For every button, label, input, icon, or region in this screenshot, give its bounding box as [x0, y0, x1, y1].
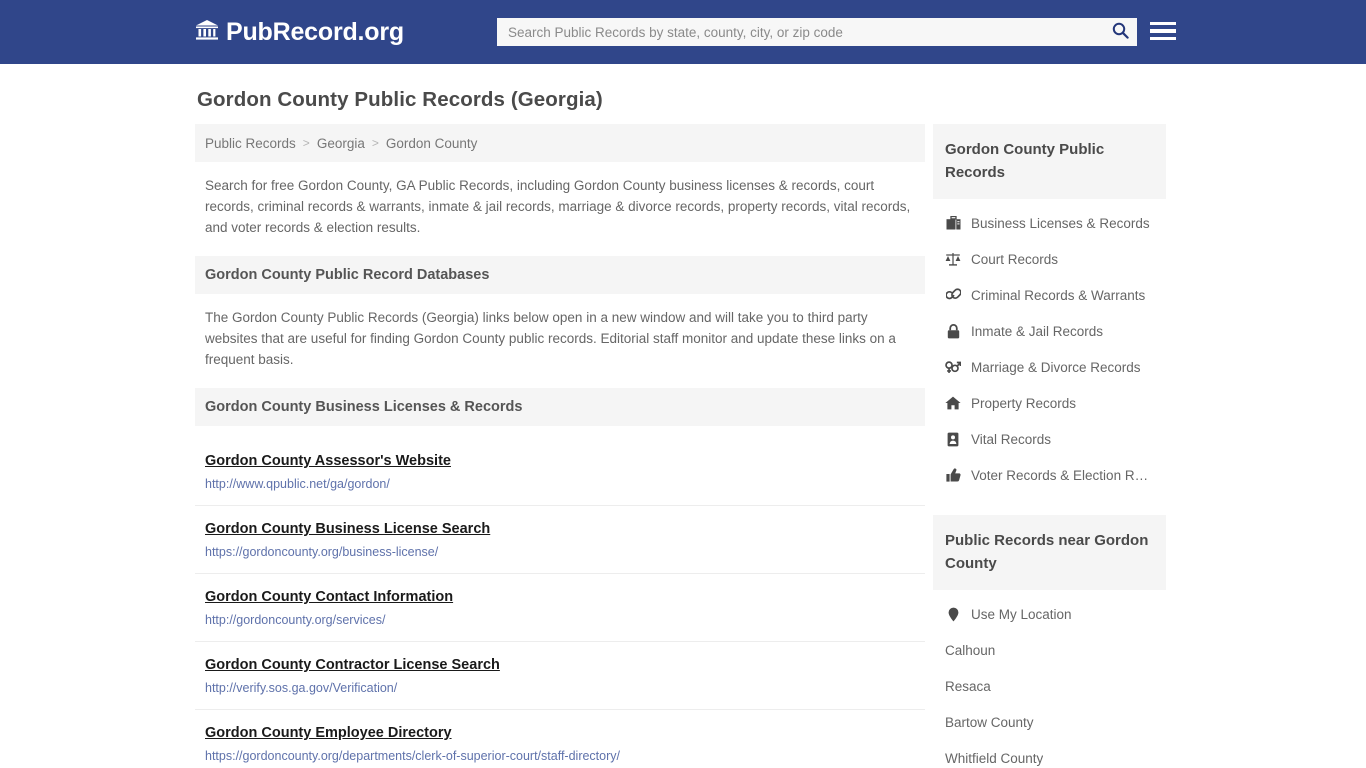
sidebar-item-label: Court Records	[971, 251, 1059, 267]
search-button[interactable]	[1103, 18, 1137, 46]
home-icon	[945, 396, 961, 410]
record-link-url[interactable]: http://verify.sos.ga.gov/Verification/	[205, 681, 915, 696]
sidebar-item-label: Bartow County	[945, 714, 1034, 730]
search-input[interactable]	[497, 18, 1103, 46]
balance-scale-icon	[945, 252, 961, 266]
databases-paragraph: The Gordon County Public Records (Georgi…	[205, 310, 896, 367]
sidebar-item-label: Resaca	[945, 678, 991, 694]
id-badge-icon	[945, 432, 961, 447]
record-link-title[interactable]: Gordon County Contractor License Search	[205, 657, 500, 673]
record-link-url[interactable]: http://gordoncounty.org/services/	[205, 613, 915, 628]
sidebar-item-label: Criminal Records & Warrants	[971, 287, 1146, 303]
sidebar-panel-title-nearby: Public Records near Gordon County	[933, 515, 1166, 590]
search-icon	[1112, 22, 1129, 42]
sidebar-item-inmate-jail-records[interactable]: Inmate & Jail Records	[933, 313, 1166, 349]
sidebar-item-use-my-location[interactable]: Use My Location	[933, 596, 1166, 632]
hamburger-menu-button[interactable]	[1150, 18, 1176, 44]
record-link-row: Gordon County Contractor License Search …	[195, 642, 925, 711]
sidebar-item-label: Marriage & Divorce Records	[971, 359, 1141, 375]
search-bar[interactable]	[497, 18, 1137, 46]
site-header: PubRecord.org	[0, 0, 1366, 64]
record-link-row: Gordon County Employee Directory https:/…	[195, 710, 925, 768]
sidebar-item-marriage-divorce-records[interactable]: Marriage & Divorce Records	[933, 349, 1166, 385]
sidebar-item-vital-records[interactable]: Vital Records	[933, 421, 1166, 457]
sidebar-item-business-licenses[interactable]: Business Licenses & Records	[933, 205, 1166, 241]
sidebar-records-list: Business Licenses & Records Court Record…	[933, 199, 1166, 493]
record-link-row: Gordon County Business License Search ht…	[195, 506, 925, 575]
sidebar-item-property-records[interactable]: Property Records	[933, 385, 1166, 421]
hamburger-menu-icon	[1150, 21, 1176, 26]
handcuffs-icon	[945, 288, 961, 302]
sidebar-panel-title-records: Gordon County Public Records	[933, 124, 1166, 199]
map-pin-icon	[945, 607, 961, 622]
sidebar: Gordon County Public Records Business Li…	[933, 124, 1166, 768]
record-link-title[interactable]: Gordon County Contact Information	[205, 589, 453, 605]
sidebar-nearby-panel: Public Records near Gordon County Use My…	[933, 515, 1166, 768]
brand-name: PubRecord.org	[226, 17, 404, 46]
record-link-title[interactable]: Gordon County Employee Directory	[205, 725, 452, 741]
briefcase-icon	[945, 216, 961, 230]
breadcrumb: Public Records > Georgia > Gordon County	[195, 124, 925, 162]
sidebar-item-label: Vital Records	[971, 431, 1052, 447]
intro-paragraph: Search for free Gordon County, GA Public…	[205, 178, 911, 235]
breadcrumb-item-gordon-county[interactable]: Gordon County	[386, 136, 478, 151]
sidebar-item-resaca[interactable]: Resaca	[933, 668, 1166, 704]
hamburger-menu-icon	[1150, 36, 1176, 41]
breadcrumb-item-public-records[interactable]: Public Records	[205, 136, 296, 151]
lock-icon	[945, 323, 961, 339]
sidebar-item-label: Property Records	[971, 395, 1077, 411]
section-header-business-licenses: Gordon County Business Licenses & Record…	[195, 388, 925, 426]
section-header-databases: Gordon County Public Record Databases	[195, 256, 925, 294]
thumbs-up-icon	[945, 468, 961, 482]
sidebar-item-label: Use My Location	[971, 606, 1072, 622]
main-content: Public Records > Georgia > Gordon County…	[195, 124, 925, 768]
sidebar-item-calhoun[interactable]: Calhoun	[933, 632, 1166, 668]
sidebar-item-criminal-records[interactable]: Criminal Records & Warrants	[933, 277, 1166, 313]
record-link-url[interactable]: http://www.qpublic.net/ga/gordon/	[205, 477, 915, 492]
sidebar-item-label: Business Licenses & Records	[971, 215, 1150, 231]
record-link-title[interactable]: Gordon County Business License Search	[205, 521, 490, 537]
sidebar-item-label: Calhoun	[945, 642, 996, 658]
sidebar-item-label: Whitfield County	[945, 750, 1044, 766]
venus-mars-icon	[945, 360, 961, 374]
hamburger-menu-icon	[1150, 29, 1176, 33]
sidebar-nearby-list: Use My Location Calhoun Resaca Bartow Co…	[933, 590, 1166, 768]
sidebar-item-bartow-county[interactable]: Bartow County	[933, 704, 1166, 740]
sidebar-item-whitfield-county[interactable]: Whitfield County	[933, 740, 1166, 768]
site-logo[interactable]: PubRecord.org	[195, 19, 404, 46]
breadcrumb-separator: >	[302, 136, 310, 150]
breadcrumb-separator: >	[371, 136, 379, 150]
sidebar-item-court-records[interactable]: Court Records	[933, 241, 1166, 277]
record-link-url[interactable]: https://gordoncounty.org/business-licens…	[205, 545, 915, 560]
bank-icon	[195, 19, 219, 46]
record-link-row: Gordon County Assessor's Website http://…	[195, 438, 925, 507]
sidebar-item-label: Inmate & Jail Records	[971, 323, 1104, 339]
sidebar-item-label: Voter Records & Election R…	[971, 467, 1149, 483]
page-title: Gordon County Public Records (Georgia)	[197, 88, 603, 111]
breadcrumb-item-georgia[interactable]: Georgia	[317, 136, 365, 151]
record-link-row: Gordon County Contact Information http:/…	[195, 574, 925, 643]
record-link-url[interactable]: https://gordoncounty.org/departments/cle…	[205, 749, 915, 764]
record-link-title[interactable]: Gordon County Assessor's Website	[205, 453, 451, 469]
sidebar-item-voter-records[interactable]: Voter Records & Election R…	[933, 457, 1166, 493]
